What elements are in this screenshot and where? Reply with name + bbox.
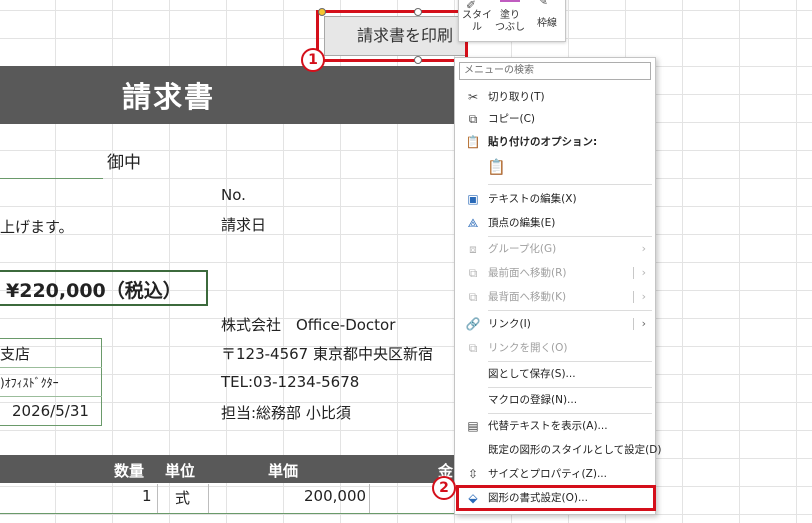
text-box-icon: ▣ bbox=[467, 192, 479, 206]
table-vline bbox=[369, 484, 370, 514]
highlight-box-1 bbox=[316, 10, 468, 62]
link-icon: 🔗 bbox=[465, 317, 481, 331]
menu-separator bbox=[488, 310, 652, 311]
menu-item-cut[interactable]: ✂ 切り取り(T) bbox=[456, 86, 654, 108]
edit-points-icon: ⟁ bbox=[467, 216, 479, 230]
outline-icon[interactable]: ✎ bbox=[538, 0, 548, 8]
callout-badge-1: 1 bbox=[301, 48, 325, 72]
menu-item-size-properties[interactable]: ⇳ サイズとプロパティ(Z)... bbox=[456, 463, 654, 485]
recipient-underline bbox=[0, 178, 103, 179]
company-address: 〒123-4567 東京都中央区新宿 bbox=[221, 345, 433, 363]
company-staff: 担当:総務部 小比須 bbox=[221, 404, 351, 422]
row1-unit: 式 bbox=[175, 489, 191, 507]
callout-badge-2: 2 bbox=[432, 476, 456, 500]
table-row-line bbox=[0, 513, 454, 514]
menu-item-save-as-picture[interactable]: 図として保存(S)... bbox=[456, 363, 654, 385]
table-header-price: 単価 bbox=[268, 462, 299, 480]
menu-separator bbox=[488, 361, 652, 362]
invoice-date-label: 請求日 bbox=[221, 216, 267, 234]
menu-separator bbox=[488, 413, 652, 414]
paste-icon[interactable]: 📋 bbox=[487, 158, 506, 176]
menu-item-copy[interactable]: ⧉ コピー(C) bbox=[456, 108, 654, 130]
submenu-chevron-icon: › bbox=[641, 317, 646, 330]
menu-separator bbox=[488, 236, 652, 237]
selection-handle[interactable] bbox=[414, 8, 422, 16]
copy-icon: ⧉ bbox=[468, 112, 478, 126]
due-date: 2026/5/31 bbox=[12, 402, 89, 420]
menu-item-send-back[interactable]: ⧉ 最背面へ移動(K) › bbox=[456, 286, 654, 308]
menu-item-bring-front[interactable]: ⧉ 最前面へ移動(R) › bbox=[456, 262, 654, 284]
table-header-qty: 数量 bbox=[114, 462, 145, 480]
highlight-box-2 bbox=[456, 485, 656, 511]
invoice-title: 請求書 bbox=[122, 80, 216, 114]
menu-search-input[interactable]: メニューの検索 bbox=[459, 62, 651, 80]
menu-item-assign-macro[interactable]: マクロの登録(N)... bbox=[456, 389, 654, 411]
menu-item-alt-text[interactable]: ▤ 代替テキストを表示(A)... bbox=[456, 415, 654, 437]
menu-item-link[interactable]: 🔗 リンク(I) › bbox=[456, 313, 654, 335]
table-vline bbox=[157, 484, 158, 514]
mini-toolbar-style[interactable]: スタイル bbox=[461, 10, 493, 34]
client-info-sep bbox=[0, 396, 102, 397]
selection-handle[interactable] bbox=[414, 56, 422, 64]
table-header-unit: 単位 bbox=[165, 462, 196, 480]
menu-item-open-link[interactable]: ⧉ リンクを開く(O) bbox=[456, 337, 654, 359]
menu-item-edit-text[interactable]: ▣ テキストの編集(X) bbox=[456, 188, 654, 210]
total-amount: ¥220,000（税込） bbox=[6, 280, 182, 302]
company-tel: TEL:03-1234-5678 bbox=[221, 373, 360, 391]
items-table-header bbox=[0, 455, 460, 483]
client-info-sep bbox=[0, 367, 102, 368]
group-icon: ⧈ bbox=[469, 242, 477, 256]
fill-color-icon[interactable] bbox=[500, 0, 520, 2]
company-kana: )ｵﾌｨｽﾄﾞｸﾀｰ bbox=[0, 376, 59, 390]
intro-text: 上げます。 bbox=[0, 218, 74, 236]
scissors-icon: ✂ bbox=[467, 90, 479, 104]
submenu-chevron-icon: › bbox=[641, 290, 646, 303]
size-properties-icon: ⇳ bbox=[467, 467, 479, 481]
menu-item-edit-points[interactable]: ⟁ 頂点の編集(E) bbox=[456, 212, 654, 234]
row1-price: 200,000 bbox=[304, 487, 367, 505]
invoice-title-bar bbox=[0, 66, 460, 124]
mini-toolbar-outline[interactable]: 枠線 bbox=[530, 18, 564, 30]
recipient-suffix: 御中 bbox=[107, 153, 141, 173]
invoice-no-label: No. bbox=[221, 186, 246, 204]
menu-item-set-default-style[interactable]: 既定の図形のスタイルとして設定(D) bbox=[456, 439, 661, 461]
branch-label: 支店 bbox=[0, 345, 31, 363]
company-name: 株式会社 Office-Doctor bbox=[221, 316, 396, 334]
clipboard-icon: 📋 bbox=[465, 135, 481, 149]
mini-toolbar-fill[interactable]: 塗りつぶし bbox=[495, 10, 525, 34]
row1-qty: 1 bbox=[142, 487, 152, 505]
menu-separator bbox=[488, 387, 652, 388]
submenu-chevron-icon: › bbox=[641, 242, 646, 255]
alt-text-icon: ▤ bbox=[467, 419, 479, 433]
open-link-icon: ⧉ bbox=[468, 341, 478, 355]
menu-separator bbox=[488, 184, 652, 185]
bring-front-icon: ⧉ bbox=[468, 266, 478, 280]
menu-item-paste-options: 📋 貼り付けのオプション: bbox=[456, 131, 654, 153]
selection-handle[interactable] bbox=[318, 8, 326, 16]
submenu-chevron-icon: › bbox=[641, 266, 646, 279]
table-vline bbox=[208, 484, 209, 514]
send-back-icon: ⧉ bbox=[468, 290, 478, 304]
menu-item-group[interactable]: ⧈ グループ化(G) › bbox=[456, 238, 654, 260]
